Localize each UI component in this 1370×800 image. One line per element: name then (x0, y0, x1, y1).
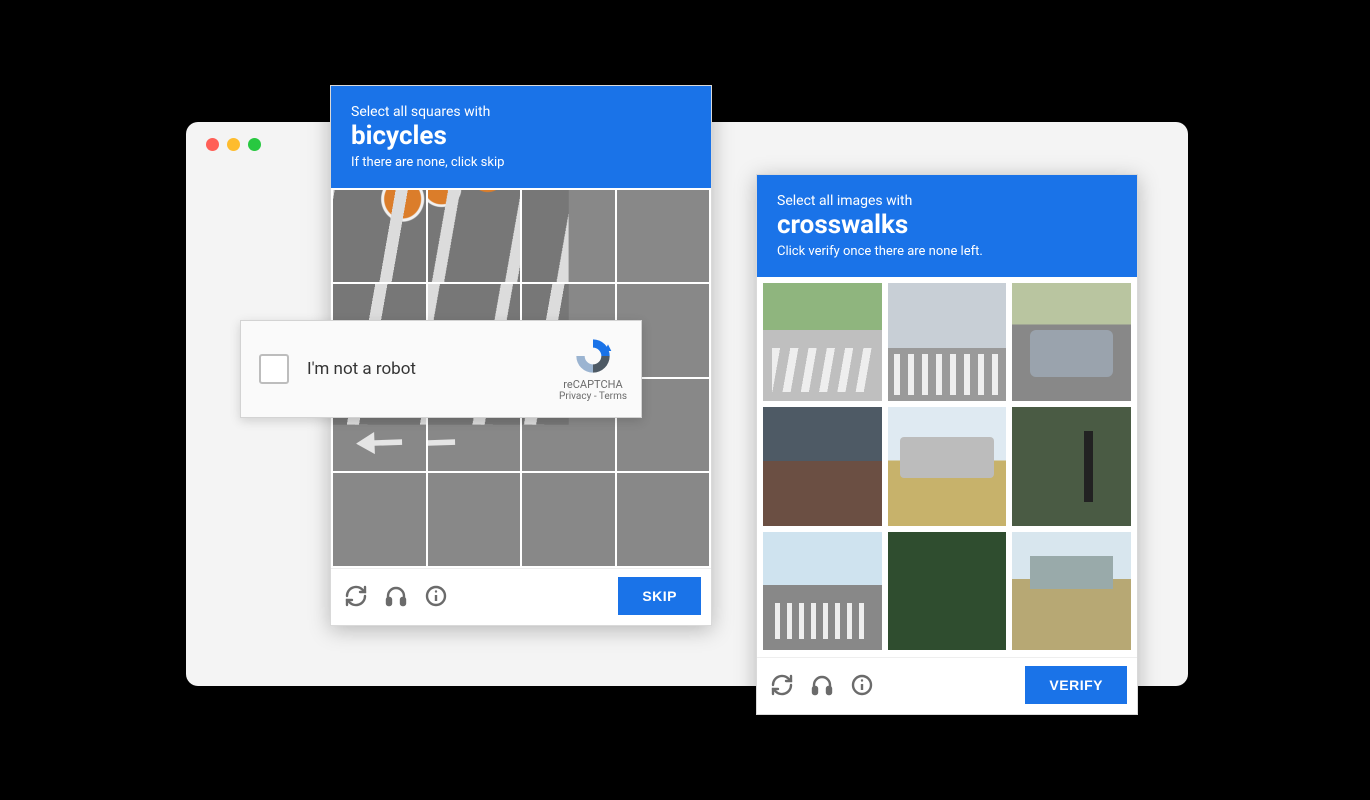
captcha-tile[interactable] (888, 283, 1007, 402)
recaptcha-logo-icon (573, 336, 613, 376)
verify-button[interactable]: VERIFY (1025, 666, 1127, 704)
headphones-icon[interactable] (383, 583, 409, 609)
captcha-tile[interactable] (763, 532, 882, 651)
recaptcha-brand: reCAPTCHA Privacy - Terms (559, 336, 627, 402)
captcha-instruction-small: Select all squares with (351, 104, 691, 120)
captcha-tile[interactable] (617, 190, 710, 283)
captcha-header: Select all images with crosswalks Click … (757, 175, 1137, 277)
refresh-icon[interactable] (769, 672, 795, 698)
privacy-link[interactable]: Privacy (559, 391, 591, 402)
terms-link[interactable]: Terms (599, 391, 627, 402)
captcha-tile[interactable] (888, 407, 1007, 526)
captcha-tile[interactable] (763, 407, 882, 526)
minimize-dot[interactable] (227, 138, 240, 151)
captcha-tile[interactable] (888, 532, 1007, 651)
captcha-tile[interactable] (1012, 407, 1131, 526)
skip-button[interactable]: SKIP (618, 577, 701, 615)
captcha-footer: SKIP (331, 568, 711, 625)
captcha-instruction-small: Select all images with (777, 193, 1117, 209)
captcha-panel-crosswalks: Select all images with crosswalks Click … (756, 174, 1138, 715)
captcha-tile[interactable] (333, 473, 426, 566)
captcha-target-word: bicycles (351, 120, 691, 153)
captcha-header: Select all squares with bicycles If ther… (331, 86, 711, 188)
captcha-footer: VERIFY (757, 657, 1137, 714)
recaptcha-brand-text: reCAPTCHA (559, 378, 627, 391)
recaptcha-legal-links: Privacy - Terms (559, 391, 627, 402)
captcha-tile[interactable] (763, 283, 882, 402)
recaptcha-checkbox-widget: I'm not a robot reCAPTCHA Privacy - Term… (240, 320, 642, 418)
captcha-tile[interactable] (428, 190, 521, 283)
captcha-tile[interactable] (1012, 283, 1131, 402)
info-icon[interactable] (849, 672, 875, 698)
close-dot[interactable] (206, 138, 219, 151)
captcha-tile[interactable] (428, 473, 521, 566)
recaptcha-label: I'm not a robot (307, 359, 541, 379)
recaptcha-checkbox[interactable] (259, 354, 289, 384)
captcha-footer-icons (343, 583, 449, 609)
headphones-icon[interactable] (809, 672, 835, 698)
captcha-tile[interactable] (617, 473, 710, 566)
captcha-image-grid (757, 277, 1137, 657)
info-icon[interactable] (423, 583, 449, 609)
zoom-dot[interactable] (248, 138, 261, 151)
window-traffic-lights (206, 138, 261, 151)
captcha-target-word: crosswalks (777, 209, 1117, 242)
captcha-instruction-sub: If there are none, click skip (351, 155, 691, 170)
captcha-tile[interactable] (333, 190, 426, 283)
captcha-tile[interactable] (1012, 532, 1131, 651)
refresh-icon[interactable] (343, 583, 369, 609)
captcha-footer-icons (769, 672, 875, 698)
captcha-instruction-sub: Click verify once there are none left. (777, 244, 1117, 259)
captcha-tile[interactable] (522, 473, 615, 566)
captcha-tile[interactable] (522, 190, 615, 283)
